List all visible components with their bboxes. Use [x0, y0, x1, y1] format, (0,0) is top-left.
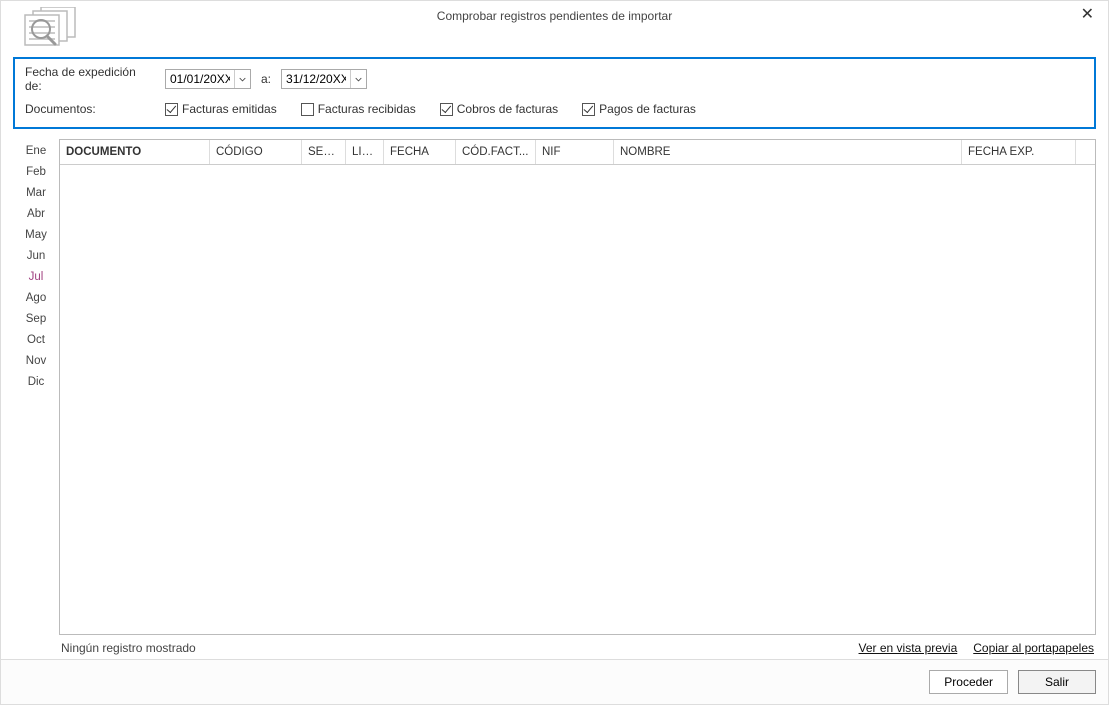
col-header[interactable]: FECHA EXP. [962, 140, 1076, 164]
checkbox-icon [582, 103, 595, 116]
exit-button[interactable]: Salir [1018, 670, 1096, 694]
date-from-combo[interactable] [165, 69, 251, 89]
month-feb[interactable]: Feb [26, 162, 46, 183]
month-jul[interactable]: Jul [29, 267, 44, 288]
documents-label: Documentos: [25, 102, 155, 116]
date-to-input[interactable] [282, 71, 350, 87]
link-preview[interactable]: Ver en vista previa [859, 641, 958, 655]
dialog-window: Comprobar registros pendientes de import… [0, 0, 1109, 705]
close-icon: ✕ [1081, 6, 1094, 23]
chk-cobros-label: Cobros de facturas [457, 102, 558, 116]
col-header[interactable]: CÓDIGO [210, 140, 302, 164]
chk-emitidas-label: Facturas emitidas [182, 102, 277, 116]
checkbox-icon [440, 103, 453, 116]
app-icon [11, 7, 91, 47]
col-header[interactable]: SERIE [302, 140, 346, 164]
grid-header: DOCUMENTOCÓDIGOSERIELIN...FECHACÓD.FACT.… [60, 140, 1095, 165]
chk-cobros-facturas[interactable]: Cobros de facturas [440, 102, 558, 116]
month-dic[interactable]: Dic [28, 372, 45, 393]
col-header[interactable]: FECHA [384, 140, 456, 164]
month-nov[interactable]: Nov [26, 351, 46, 372]
month-jun[interactable]: Jun [27, 246, 46, 267]
checkbox-icon [301, 103, 314, 116]
date-from-label: Fecha de expedición de: [25, 65, 155, 93]
close-button[interactable]: ✕ [1075, 5, 1100, 25]
month-may[interactable]: May [25, 225, 47, 246]
month-sep[interactable]: Sep [26, 309, 46, 330]
month-oct[interactable]: Oct [27, 330, 45, 351]
grid-body [60, 165, 1095, 634]
date-to-label: a: [261, 72, 271, 86]
titlebar: Comprobar registros pendientes de import… [1, 1, 1108, 51]
footer: Proceder Salir [1, 659, 1108, 704]
main-area: EneFebMarAbrMayJunJulAgoSepOctNovDic DOC… [1, 139, 1108, 659]
chevron-down-icon [355, 76, 362, 83]
grid-wrap: DOCUMENTOCÓDIGOSERIELIN...FECHACÓD.FACT.… [59, 139, 1096, 659]
month-rail: EneFebMarAbrMayJunJulAgoSepOctNovDic [13, 139, 59, 659]
col-header[interactable]: NIF [536, 140, 614, 164]
chk-pagos-label: Pagos de facturas [599, 102, 696, 116]
chk-recibidas-label: Facturas recibidas [318, 102, 416, 116]
window-title: Comprobar registros pendientes de import… [437, 9, 672, 23]
month-ago[interactable]: Ago [26, 288, 46, 309]
date-to-dropdown[interactable] [350, 70, 366, 88]
date-from-input[interactable] [166, 71, 234, 87]
month-ene[interactable]: Ene [26, 141, 46, 162]
chk-facturas-emitidas[interactable]: Facturas emitidas [165, 102, 277, 116]
proceed-button[interactable]: Proceder [929, 670, 1008, 694]
month-abr[interactable]: Abr [27, 204, 45, 225]
col-header[interactable]: LIN... [346, 140, 384, 164]
checkbox-icon [165, 103, 178, 116]
chk-pagos-facturas[interactable]: Pagos de facturas [582, 102, 696, 116]
date-to-combo[interactable] [281, 69, 367, 89]
results-grid[interactable]: DOCUMENTOCÓDIGOSERIELIN...FECHACÓD.FACT.… [59, 139, 1096, 635]
status-row: Ningún registro mostrado Ver en vista pr… [59, 635, 1096, 659]
chk-facturas-recibidas[interactable]: Facturas recibidas [301, 102, 416, 116]
month-mar[interactable]: Mar [26, 183, 46, 204]
status-text: Ningún registro mostrado [61, 641, 196, 655]
col-header[interactable]: CÓD.FACT... [456, 140, 536, 164]
col-header[interactable]: DOCUMENTO [60, 140, 210, 164]
link-copy-clipboard[interactable]: Copiar al portapapeles [973, 641, 1094, 655]
date-from-dropdown[interactable] [234, 70, 250, 88]
col-header[interactable]: NOMBRE [614, 140, 962, 164]
chevron-down-icon [239, 76, 246, 83]
filter-panel: Fecha de expedición de: a: Documentos: F… [13, 57, 1096, 129]
